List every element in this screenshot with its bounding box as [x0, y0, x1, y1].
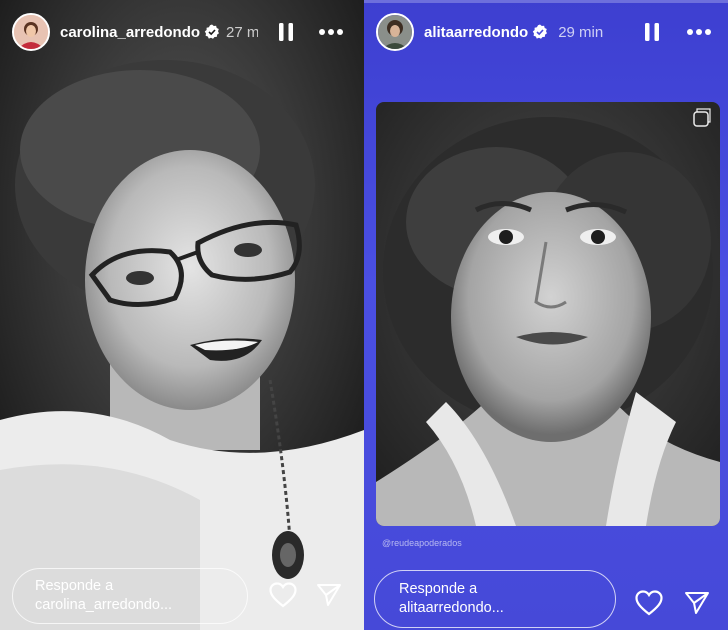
pause-icon[interactable] [640, 20, 664, 44]
reply-placeholder-line1: Responde a [35, 578, 114, 594]
reply-placeholder-line2: carolina_arredondo... [35, 597, 173, 613]
more-options-icon[interactable] [318, 20, 344, 44]
post-time: 29 min [558, 23, 604, 41]
send-icon[interactable] [314, 580, 344, 610]
reply-placeholder-line2: alitaarredondo... [399, 600, 504, 616]
username[interactable]: carolina_arredondo [60, 24, 200, 41]
heart-icon[interactable] [268, 580, 298, 610]
story-photo [0, 0, 364, 630]
story-panel-right: alitaarredondo 29 min @reudeapoderados R… [364, 0, 728, 630]
avatar[interactable] [376, 13, 414, 51]
verified-badge-icon [532, 24, 548, 39]
reply-input[interactable]: Responde a alitaarredondo... [374, 570, 616, 628]
username[interactable]: alitaarredondo [424, 24, 528, 41]
heart-icon[interactable] [634, 588, 664, 618]
story-photo [376, 102, 720, 526]
avatar[interactable] [12, 13, 50, 51]
story-header: alitaarredondo 29 min [376, 12, 716, 52]
reply-input[interactable]: Responde a carolina_arredondo... [12, 568, 248, 624]
post-time: 27 m [226, 23, 259, 41]
more-options-icon[interactable] [686, 20, 712, 44]
send-icon[interactable] [682, 588, 712, 618]
photo-credit: @reudeapoderados [382, 538, 462, 548]
story-panel-left: carolina_arredondo 27 m Responde a carol… [0, 0, 364, 630]
pause-icon[interactable] [274, 20, 298, 44]
story-progress-bar [364, 0, 728, 3]
reply-placeholder-line1: Responde a [399, 581, 478, 597]
verified-badge-icon [204, 24, 220, 39]
story-header: carolina_arredondo 27 m [12, 12, 352, 52]
